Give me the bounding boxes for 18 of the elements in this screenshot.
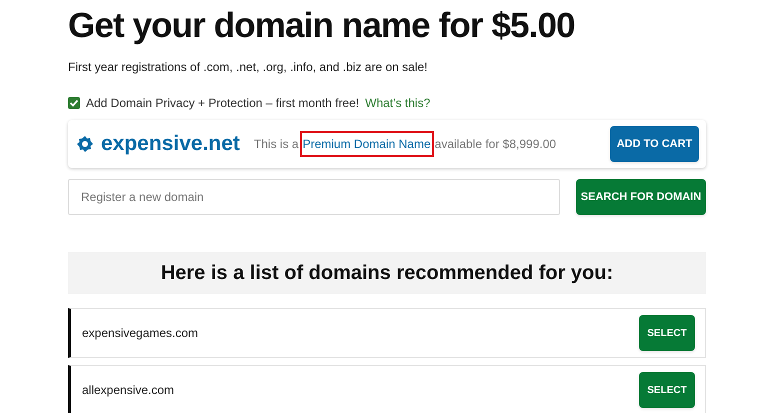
privacy-checkbox[interactable] bbox=[68, 97, 80, 109]
select-button[interactable]: SELECT bbox=[639, 372, 695, 408]
domain-search-field[interactable]: Register a new domain bbox=[68, 179, 560, 215]
add-to-cart-button[interactable]: ADD TO CART bbox=[610, 126, 699, 162]
premium-domain: expensive.net bbox=[101, 131, 240, 158]
page-heading: Get your domain name for $5.00 bbox=[68, 6, 576, 46]
highlighted-link[interactable]: Premium Domain Name bbox=[300, 131, 434, 157]
search-domain-button[interactable]: SEARCH FOR DOMAIN bbox=[576, 179, 706, 215]
price-text: available for $8,999.00 bbox=[434, 136, 556, 153]
recommended-title: Here is a list of domains recommended for you: bbox=[160, 261, 614, 286]
whats-this-link[interactable]: What’s this? bbox=[365, 94, 430, 112]
sale-text: First year registrations of .com, .net, .org, .info, and .biz are on sale! bbox=[68, 59, 428, 76]
privacy-label: Add Domain Privacy + Protection – first month free! bbox=[86, 95, 360, 112]
badge-icon bbox=[77, 136, 93, 152]
domain-name: expensivegames.com bbox=[82, 325, 198, 342]
select-button[interactable]: SELECT bbox=[639, 315, 695, 351]
domain-name: allexpensive.com bbox=[82, 382, 174, 399]
premium-text: This is a bbox=[254, 136, 299, 153]
